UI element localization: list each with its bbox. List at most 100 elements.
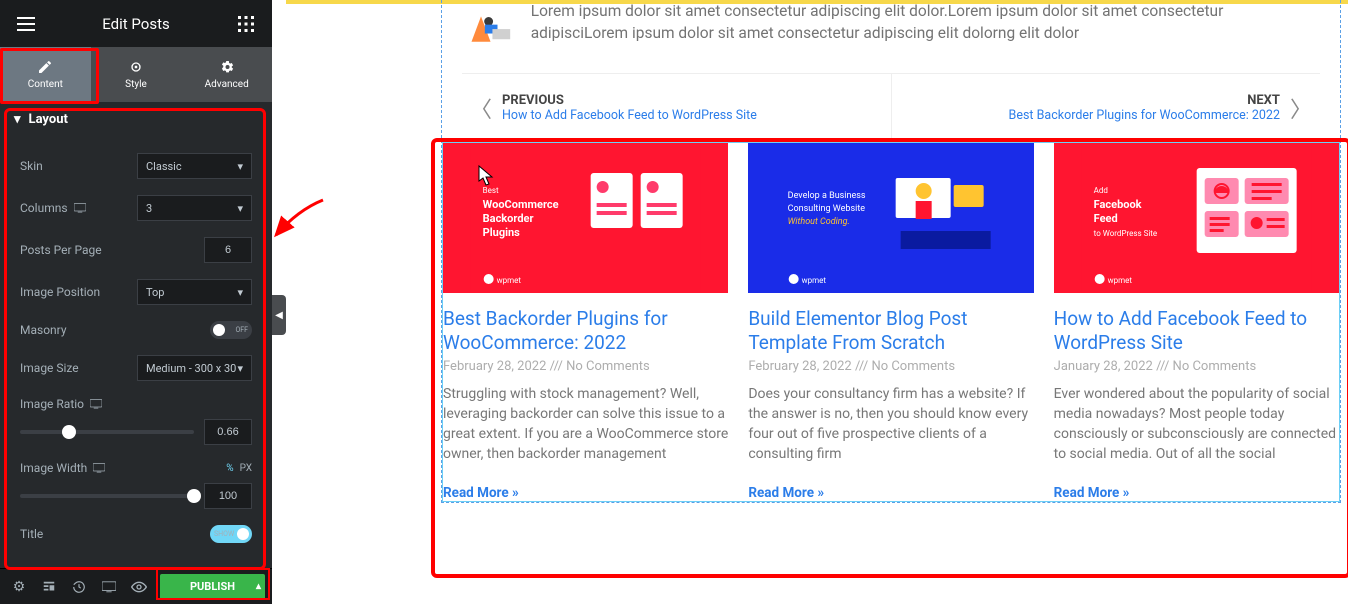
image-position-select[interactable]: Top ▾ <box>137 279 252 305</box>
svg-text:wpmet: wpmet <box>497 276 522 285</box>
control-title: Title SHOW <box>20 525 252 543</box>
layout-controls: Skin Classic ▾ Columns 3 ▾ Posts Per Pag… <box>0 137 272 568</box>
control-masonry: Masonry OFF <box>20 321 252 339</box>
desktop-icon <box>74 203 86 213</box>
image-width-input[interactable] <box>204 483 252 509</box>
image-width-slider-row <box>20 483 252 509</box>
tab-content[interactable]: Content <box>0 47 91 102</box>
skin-select[interactable]: Classic ▾ <box>137 153 252 179</box>
nav-previous[interactable]: 〈 PREVIOUS How to Add Facebook Feed to W… <box>462 74 891 142</box>
desktop-icon <box>93 463 105 473</box>
image-size-value: Medium - 300 x 30 <box>146 362 236 375</box>
prev-label: PREVIOUS <box>502 93 757 108</box>
post-meta: February 28, 2022 /// No Comments <box>443 359 728 374</box>
section-layout-toggle[interactable]: ▾ Layout <box>0 102 272 137</box>
tab-content-label: Content <box>28 79 63 90</box>
svg-text:Plugins: Plugins <box>483 226 521 239</box>
post-card[interactable]: Best WooCommerce Backorder Plugins wpmet… <box>443 143 728 501</box>
svg-text:Feed: Feed <box>1093 212 1117 225</box>
columns-label: Columns <box>20 201 86 215</box>
svg-text:Without Coding.: Without Coding. <box>788 217 850 227</box>
svg-text:Develop a Business: Develop a Business <box>788 191 866 201</box>
chevron-left-icon: 〈 <box>470 92 492 124</box>
svg-text:Backorder: Backorder <box>483 212 534 225</box>
chevron-down-icon: ▾ <box>237 286 243 299</box>
post-container[interactable]: Lorem ipsum dolor sit amet consectetur a… <box>441 0 1341 503</box>
tab-advanced[interactable]: Advanced <box>181 47 272 102</box>
svg-text:wpmet: wpmet <box>1107 276 1132 285</box>
skin-label: Skin <box>20 159 43 173</box>
sidebar-header: Edit Posts <box>0 0 272 47</box>
post-navigation: 〈 PREVIOUS How to Add Facebook Feed to W… <box>462 73 1320 142</box>
author-block: Lorem ipsum dolor sit amet consectetur a… <box>462 0 1320 73</box>
control-image-size: Image Size Medium - 300 x 30 ▾ <box>20 355 252 381</box>
desktop-icon <box>90 399 102 409</box>
posts-widget[interactable]: Best WooCommerce Backorder Plugins wpmet… <box>442 142 1340 502</box>
image-ratio-slider[interactable] <box>20 430 194 434</box>
preview-canvas: Lorem ipsum dolor sit amet consectetur a… <box>286 0 1348 604</box>
image-position-value: Top <box>146 286 164 299</box>
svg-text:Best: Best <box>483 186 499 195</box>
masonry-toggle[interactable]: OFF <box>210 321 252 339</box>
panel-tabs: Content Style Advanced <box>0 47 272 102</box>
tab-style-label: Style <box>125 79 147 90</box>
preview-icon[interactable] <box>126 574 152 600</box>
read-more-link[interactable]: Read More » <box>443 485 728 501</box>
post-title[interactable]: How to Add Facebook Feed to WordPress Si… <box>1054 307 1339 355</box>
image-width-units[interactable]: % PX <box>226 463 252 474</box>
post-thumbnail: Add Facebook Feed to WordPress Site wpm <box>1054 143 1339 293</box>
panel-footer: ⚙ PUBLISH ▴ <box>0 568 272 604</box>
nav-next[interactable]: NEXT Best Backorder Plugins for WooComme… <box>891 74 1321 142</box>
post-title[interactable]: Best Backorder Plugins for WooCommerce: … <box>443 307 728 355</box>
chevron-down-icon: ▾ <box>14 112 21 127</box>
tab-advanced-label: Advanced <box>205 79 249 90</box>
post-meta: February 28, 2022 /// No Comments <box>748 359 1033 374</box>
masonry-label: Masonry <box>20 323 67 337</box>
chevron-down-icon: ▾ <box>237 160 243 173</box>
history-icon[interactable] <box>66 574 92 600</box>
next-link: Best Backorder Plugins for WooCommerce: … <box>1009 108 1280 123</box>
chevron-right-icon: 〉 <box>1290 92 1312 124</box>
responsive-icon[interactable] <box>96 574 122 600</box>
post-excerpt: Struggling with stock management? Well, … <box>443 384 728 465</box>
publish-button[interactable]: PUBLISH ▴ <box>160 574 265 600</box>
columns-select[interactable]: 3 ▾ <box>137 195 252 221</box>
svg-text:to WordPress Site: to WordPress Site <box>1093 229 1157 238</box>
hamburger-icon[interactable] <box>6 4 46 44</box>
svg-text:wpmet: wpmet <box>802 276 827 285</box>
apps-grid-icon[interactable] <box>226 4 266 44</box>
posts-per-page-input[interactable] <box>204 237 252 263</box>
title-toggle[interactable]: SHOW <box>210 525 252 543</box>
sidebar-collapse[interactable]: ◀ <box>272 295 286 335</box>
read-more-link[interactable]: Read More » <box>748 485 1033 501</box>
image-size-select[interactable]: Medium - 300 x 30 ▾ <box>137 355 252 381</box>
panel-title: Edit Posts <box>46 15 226 33</box>
control-image-ratio: Image Ratio <box>20 397 252 411</box>
posts-grid: Best WooCommerce Backorder Plugins wpmet… <box>443 143 1339 501</box>
control-image-position: Image Position Top ▾ <box>20 279 252 305</box>
chevron-down-icon: ▾ <box>237 202 243 215</box>
posts-per-page-label: Posts Per Page <box>20 243 102 257</box>
post-card[interactable]: Add Facebook Feed to WordPress Site wpm <box>1054 143 1339 501</box>
post-thumbnail: Best WooCommerce Backorder Plugins wpmet <box>443 143 728 293</box>
author-illustration <box>462 0 513 55</box>
post-title[interactable]: Build Elementor Blog Post Template From … <box>748 307 1033 355</box>
image-width-label: Image Width <box>20 461 105 475</box>
svg-text:Consulting Website: Consulting Website <box>788 204 866 214</box>
post-excerpt: Does your consultancy firm has a website… <box>748 384 1033 465</box>
chevron-up-icon[interactable]: ▴ <box>256 581 261 592</box>
image-width-slider[interactable] <box>20 494 194 498</box>
settings-icon[interactable]: ⚙ <box>6 574 32 600</box>
intro-text: Lorem ipsum dolor sit amet consectetur a… <box>531 0 1320 55</box>
image-ratio-slider-row <box>20 419 252 445</box>
tab-style[interactable]: Style <box>91 47 182 102</box>
navigator-icon[interactable] <box>36 574 62 600</box>
post-meta: January 28, 2022 /// No Comments <box>1054 359 1339 374</box>
post-card[interactable]: Develop a Business Consulting Website Wi… <box>748 143 1033 501</box>
image-ratio-input[interactable] <box>204 419 252 445</box>
svg-text:WooCommerce: WooCommerce <box>483 198 559 211</box>
columns-value: 3 <box>146 202 152 215</box>
post-thumbnail: Develop a Business Consulting Website Wi… <box>748 143 1033 293</box>
read-more-link[interactable]: Read More » <box>1054 485 1339 501</box>
title-label: Title <box>20 527 43 541</box>
